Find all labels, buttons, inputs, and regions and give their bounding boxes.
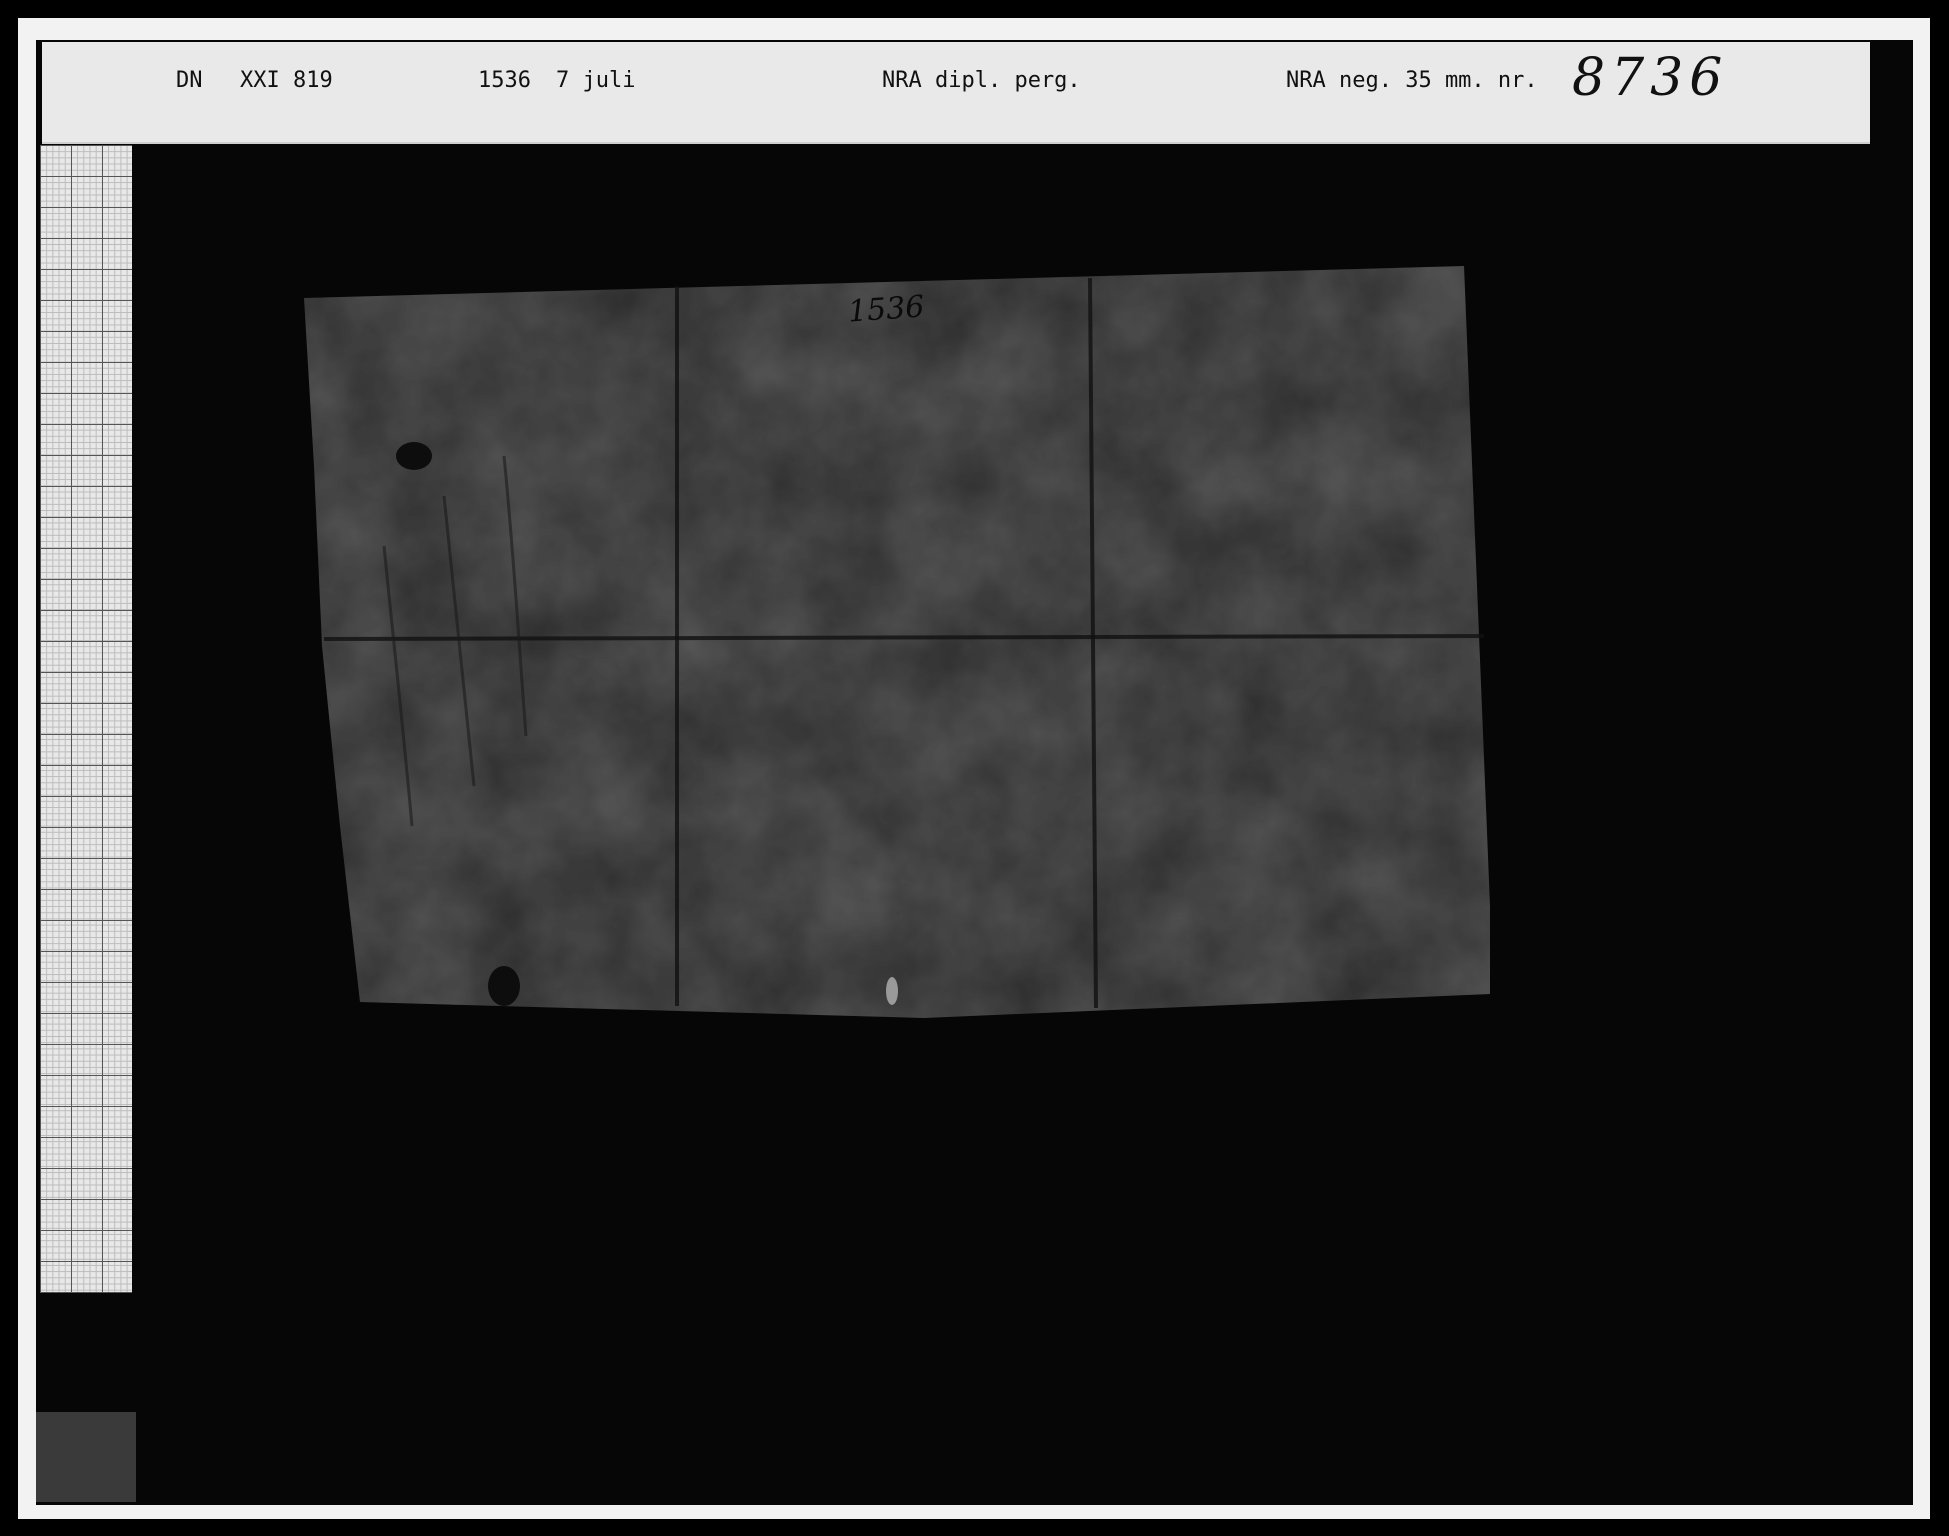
series-code: DN bbox=[176, 68, 203, 93]
graph-paper-scale bbox=[40, 145, 132, 1293]
document-date: 7 juli bbox=[556, 68, 636, 93]
archive-reference: NRA dipl. perg. bbox=[882, 68, 1081, 93]
parchment-texture bbox=[304, 266, 1490, 1018]
volume-number: XXI 819 bbox=[240, 68, 333, 93]
stain-bottom-center bbox=[886, 977, 898, 1005]
parchment-document bbox=[304, 266, 1490, 1018]
gray-reference-patch bbox=[36, 1412, 136, 1502]
year-annotation: 1536 bbox=[846, 289, 926, 330]
negative-number: 8736 bbox=[1572, 48, 1729, 108]
stain-bottom-left bbox=[488, 966, 520, 1006]
negative-label: NRA neg. 35 mm. nr. bbox=[1286, 68, 1538, 93]
stain-top-left bbox=[396, 442, 432, 470]
document-year: 1536 bbox=[478, 68, 531, 93]
